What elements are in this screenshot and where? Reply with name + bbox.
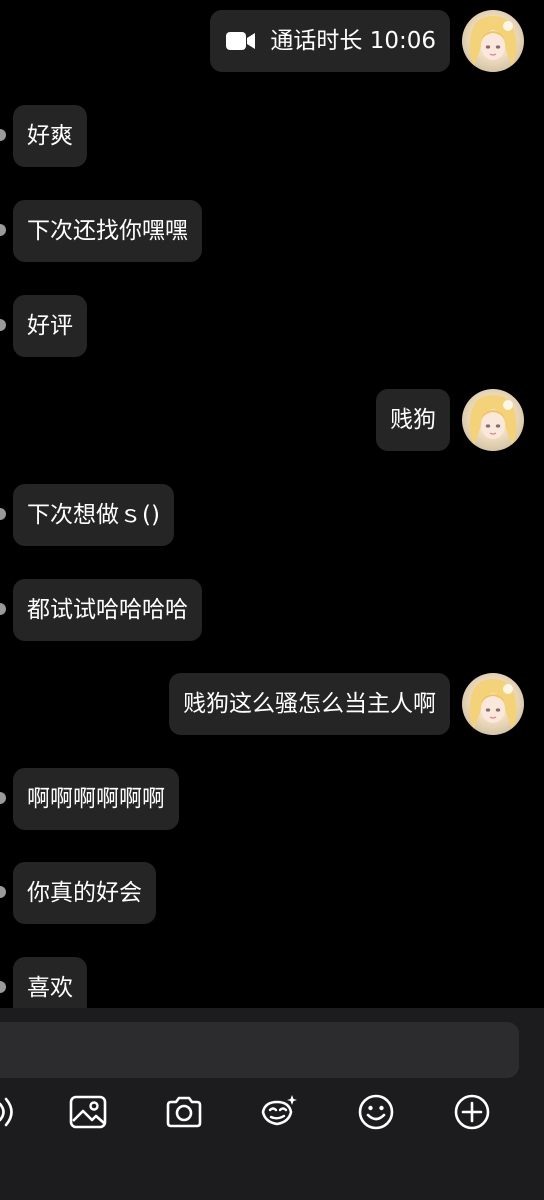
contact-avatar[interactable] — [0, 508, 6, 520]
message-row: 通话时长 10:06 — [0, 10, 544, 74]
contact-avatar[interactable] — [0, 792, 6, 804]
message-row: 下次还找你嘿嘿 — [0, 200, 544, 264]
sticker-icon[interactable] — [257, 1090, 301, 1134]
call-record-bubble[interactable]: 通话时长 10:06 — [210, 10, 450, 72]
message-input[interactable] — [0, 1022, 519, 1078]
message-row: 都试试哈哈哈哈 — [0, 579, 544, 643]
video-camera-icon — [226, 30, 256, 52]
plus-icon[interactable] — [450, 1090, 494, 1134]
message-bubble[interactable]: 贱狗 — [376, 389, 450, 451]
message-bubble[interactable]: 好评 — [13, 295, 87, 357]
message-bubble[interactable]: 好爽 — [13, 105, 87, 167]
message-bubble[interactable]: 啊啊啊啊啊啊 — [13, 768, 179, 830]
contact-avatar[interactable] — [0, 603, 6, 615]
my-avatar[interactable] — [462, 673, 524, 735]
message-row: 喜欢 — [0, 957, 544, 1010]
message-row: 贱狗这么骚怎么当主人啊 — [0, 673, 544, 737]
contact-avatar[interactable] — [0, 129, 6, 141]
my-avatar[interactable] — [462, 389, 524, 451]
message-bubble[interactable]: 下次想做ｓ() — [13, 484, 174, 546]
voice-icon[interactable] — [0, 1090, 22, 1134]
message-bubble[interactable]: 下次还找你嘿嘿 — [13, 200, 202, 262]
emoji-icon[interactable] — [354, 1090, 398, 1134]
image-icon[interactable] — [66, 1090, 110, 1134]
contact-avatar[interactable] — [0, 319, 6, 331]
message-row: 贱狗 — [0, 389, 544, 453]
contact-avatar[interactable] — [0, 224, 6, 236]
message-row: 好评 — [0, 295, 544, 359]
message-bubble[interactable]: 贱狗这么骚怎么当主人啊 — [169, 673, 450, 735]
message-bubble[interactable]: 都试试哈哈哈哈 — [13, 579, 202, 641]
message-row: 下次想做ｓ() — [0, 484, 544, 548]
message-row: 你真的好会 — [0, 862, 544, 926]
chat-message-list[interactable]: 通话时长 10:06 好爽 下次还找你嘿嘿 好评 贱狗 下次想做ｓ() 都试试哈… — [0, 0, 544, 1010]
contact-avatar[interactable] — [0, 886, 6, 898]
message-row: 好爽 — [0, 105, 544, 169]
camera-icon[interactable] — [162, 1090, 206, 1134]
message-row: 啊啊啊啊啊啊 — [0, 768, 544, 832]
message-bubble[interactable]: 你真的好会 — [13, 862, 156, 924]
call-duration-text: 通话时长 10:06 — [270, 28, 436, 54]
my-avatar[interactable] — [462, 10, 524, 72]
message-bubble[interactable]: 喜欢 — [13, 957, 87, 1010]
contact-avatar[interactable] — [0, 981, 6, 993]
composer-bar — [0, 1008, 544, 1200]
